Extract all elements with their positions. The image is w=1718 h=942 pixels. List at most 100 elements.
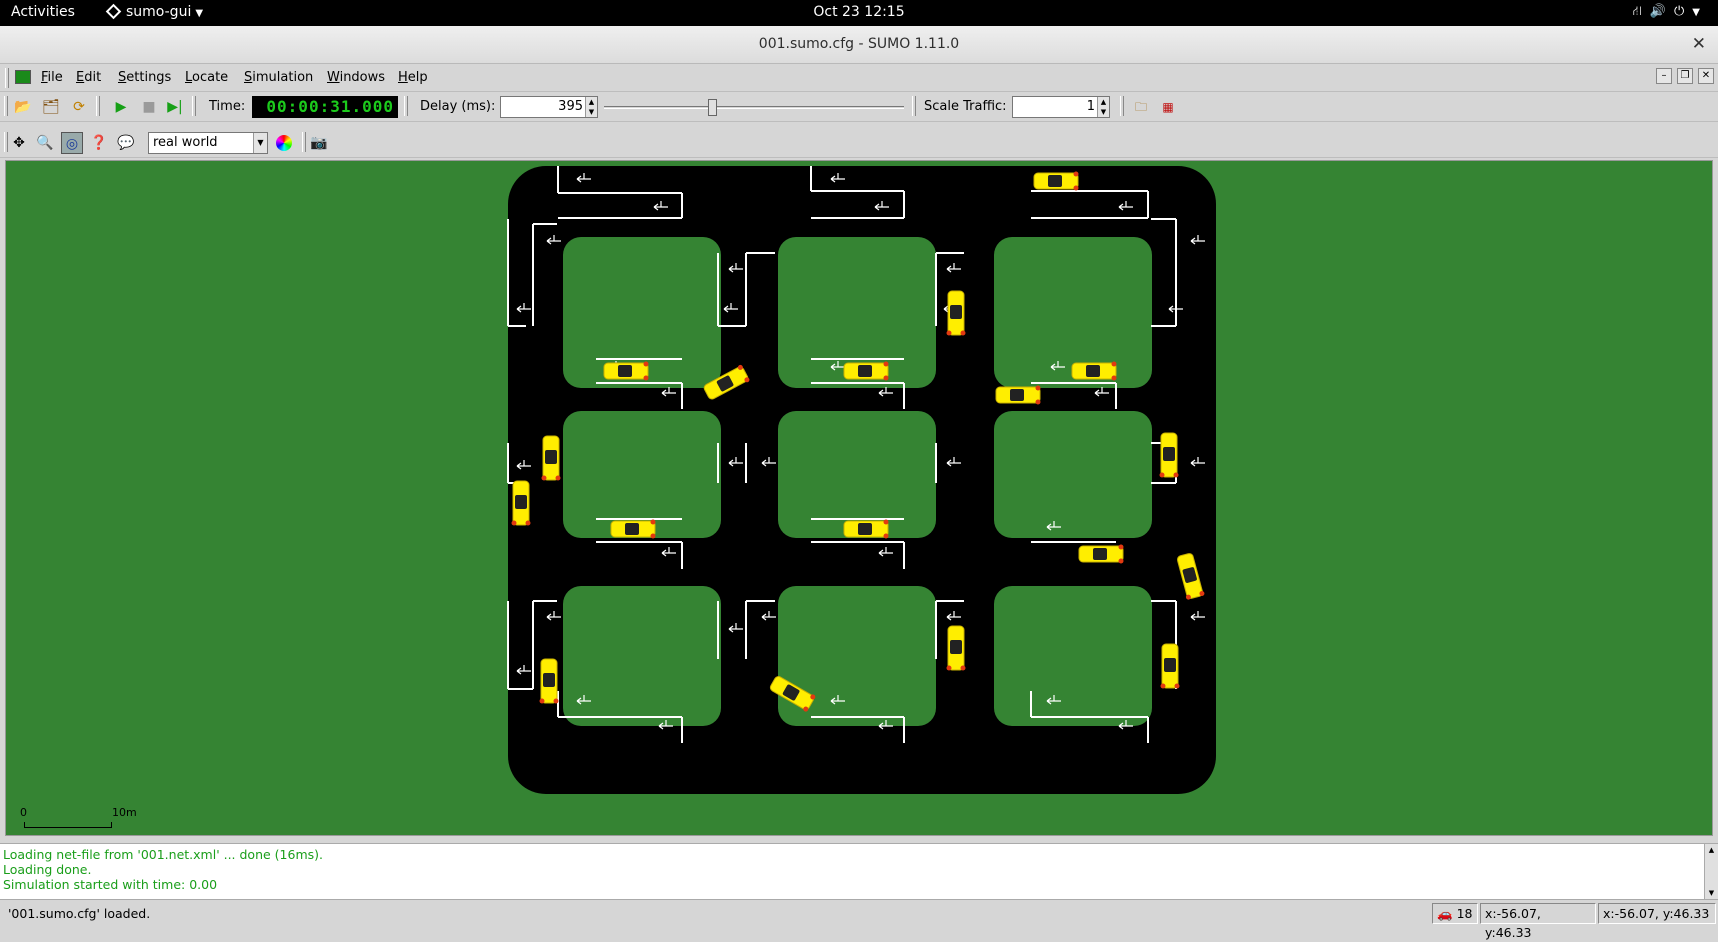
toolbar-separator (192, 96, 196, 116)
vehicle-light (650, 533, 656, 539)
system-tray[interactable]: ⛙🔊⏻▼ (1633, 4, 1708, 21)
vehicle-windshield (1163, 447, 1175, 461)
log-line: Simulation started with time: 0.00 (3, 877, 218, 892)
vehicle-light (1174, 683, 1180, 689)
simulation-canvas[interactable]: 0 10m (5, 160, 1713, 836)
vehicle-windshield (1164, 658, 1176, 672)
open-folder-icon[interactable]: 📂 (12, 96, 34, 118)
step-button[interactable]: ▶| (164, 96, 186, 118)
menu-file[interactable]: File (41, 70, 63, 85)
geo-coordinate-readout: x:-56.07, y:46.33 (1598, 903, 1716, 924)
vehicle-windshield (858, 523, 872, 535)
vehicle (603, 361, 649, 381)
delay-input[interactable]: 395 ▲ ▼ (500, 96, 598, 118)
vehicle-windshield (950, 305, 962, 319)
vehicle-light (960, 665, 966, 671)
stop-button[interactable]: ■ (138, 96, 160, 118)
toolbar-grip[interactable] (5, 68, 9, 88)
window-title: 001.sumo.cfg - SUMO 1.11.0 (758, 36, 960, 52)
vehicle-windshield (1010, 389, 1024, 401)
spinner-arrows-icon[interactable]: ▲ ▼ (1097, 97, 1109, 117)
color-scheme-select[interactable]: real world ▼ (148, 132, 268, 154)
clock[interactable]: Oct 23 12:15 (0, 4, 1718, 20)
time-label: Time: (209, 99, 246, 114)
app-diamond-icon (105, 3, 122, 20)
vehicle-light (1111, 375, 1117, 381)
road-network (507, 166, 1216, 794)
vehicle-count-box: 🚗 18 (1432, 903, 1478, 924)
scale-traffic-input[interactable]: 1 ▲ ▼ (1012, 96, 1110, 118)
open-window-icon[interactable]: 🗀 (1130, 96, 1152, 118)
vehicle (1160, 643, 1180, 689)
status-bar: '001.sumo.cfg' loaded. 🚗 18 x:-56.07, y:… (0, 899, 1718, 940)
menu-settings[interactable]: Settings (118, 70, 171, 85)
vehicle-windshield (1048, 175, 1062, 187)
scale-zero: 0 (20, 806, 27, 819)
window-titlebar: 001.sumo.cfg - SUMO 1.11.0 ✕ (0, 26, 1718, 64)
vehicle-light (1073, 171, 1079, 177)
sumo-app-icon[interactable] (15, 70, 31, 84)
activities-button[interactable]: Activities (11, 4, 75, 20)
menu-edit[interactable]: Edit (76, 70, 101, 85)
menu-locate[interactable]: Locate (185, 70, 228, 85)
spinner-arrows-icon[interactable]: ▲ ▼ (585, 97, 597, 117)
color-wheel-icon[interactable] (273, 132, 295, 154)
scale-traffic-value: 1 (1086, 99, 1095, 114)
restore-view-button[interactable]: ❐ (1677, 68, 1693, 84)
vehicle-light (553, 698, 559, 704)
scale-bar: 0 10m (16, 806, 137, 832)
delay-label: Delay (ms): (420, 99, 496, 114)
volume-icon: 🔊 (1649, 4, 1674, 19)
message-log[interactable]: Loading net-file from '001.net.xml' ... … (0, 843, 1718, 900)
slider-thumb[interactable] (708, 99, 717, 116)
app-menu[interactable]: sumo-gui ▼ (105, 3, 204, 20)
grass-block (563, 586, 721, 726)
recenter-icon[interactable]: ✥ (8, 132, 30, 154)
close-view-button[interactable]: ✕ (1698, 68, 1714, 84)
vehicle (843, 361, 889, 381)
chevron-down-icon: ▼ (195, 8, 204, 19)
editor-icon[interactable]: ▦ (1157, 96, 1179, 118)
vehicle-light (960, 330, 966, 336)
log-line: Loading net-file from '001.net.xml' ... … (3, 847, 323, 862)
open-network-icon[interactable]: 🗂 (40, 96, 62, 118)
view-toolbar: ✥ 🔍 ◎ ❓ 💬 real world ▼ 📷 (0, 128, 1718, 158)
vehicle-light (883, 361, 889, 367)
log-line: Loading done. (3, 862, 92, 877)
scroll-down-icon[interactable]: ▼ (1706, 888, 1717, 899)
power-icon: ⏻ (1674, 4, 1693, 19)
vehicle-light (1035, 385, 1041, 391)
color-scheme-value: real world (153, 135, 218, 150)
simulation-toolbar: 📂 🗂 ⟳ ▶ ■ ▶| Time: 00:00:31.000 Delay (m… (0, 92, 1718, 122)
log-scrollbar[interactable]: ▲ ▼ (1704, 844, 1718, 900)
toolbar-separator (96, 96, 100, 116)
locate-junction-icon[interactable]: ◎ (61, 132, 83, 154)
grass-block (994, 586, 1152, 726)
toolbar-grip[interactable] (4, 96, 8, 116)
tooltip-icon[interactable]: 💬 (115, 132, 137, 154)
delay-slider[interactable] (604, 96, 904, 118)
vehicle-windshield (543, 673, 555, 687)
menu-help[interactable]: Help (398, 70, 428, 85)
vehicle-windshield (950, 640, 962, 654)
menu-windows[interactable]: Windows (327, 70, 385, 85)
vehicle-light (525, 520, 531, 526)
chevron-down-icon[interactable]: ▼ (253, 133, 267, 153)
vehicle-light (1173, 472, 1179, 478)
run-button[interactable]: ▶ (110, 96, 132, 118)
zoom-icon[interactable]: 🔍 (34, 132, 56, 154)
vehicle-light (1073, 185, 1079, 191)
screenshot-camera-icon[interactable]: 📷 (308, 132, 330, 154)
scroll-up-icon[interactable]: ▲ (1706, 845, 1717, 856)
minimize-view-button[interactable]: – (1656, 68, 1672, 84)
vehicle-light (650, 519, 656, 525)
close-window-button[interactable]: ✕ (1692, 34, 1706, 54)
vehicle-light (541, 475, 547, 481)
reload-icon[interactable]: ⟳ (68, 96, 90, 118)
scale-traffic-label: Scale Traffic: (924, 99, 1007, 114)
network-icon: ⛙ (1632, 4, 1650, 19)
vehicle (946, 625, 966, 671)
locate-vehicle-icon[interactable]: ❓ (88, 132, 110, 154)
vehicle (995, 385, 1041, 405)
menu-simulation[interactable]: Simulation (244, 70, 313, 85)
